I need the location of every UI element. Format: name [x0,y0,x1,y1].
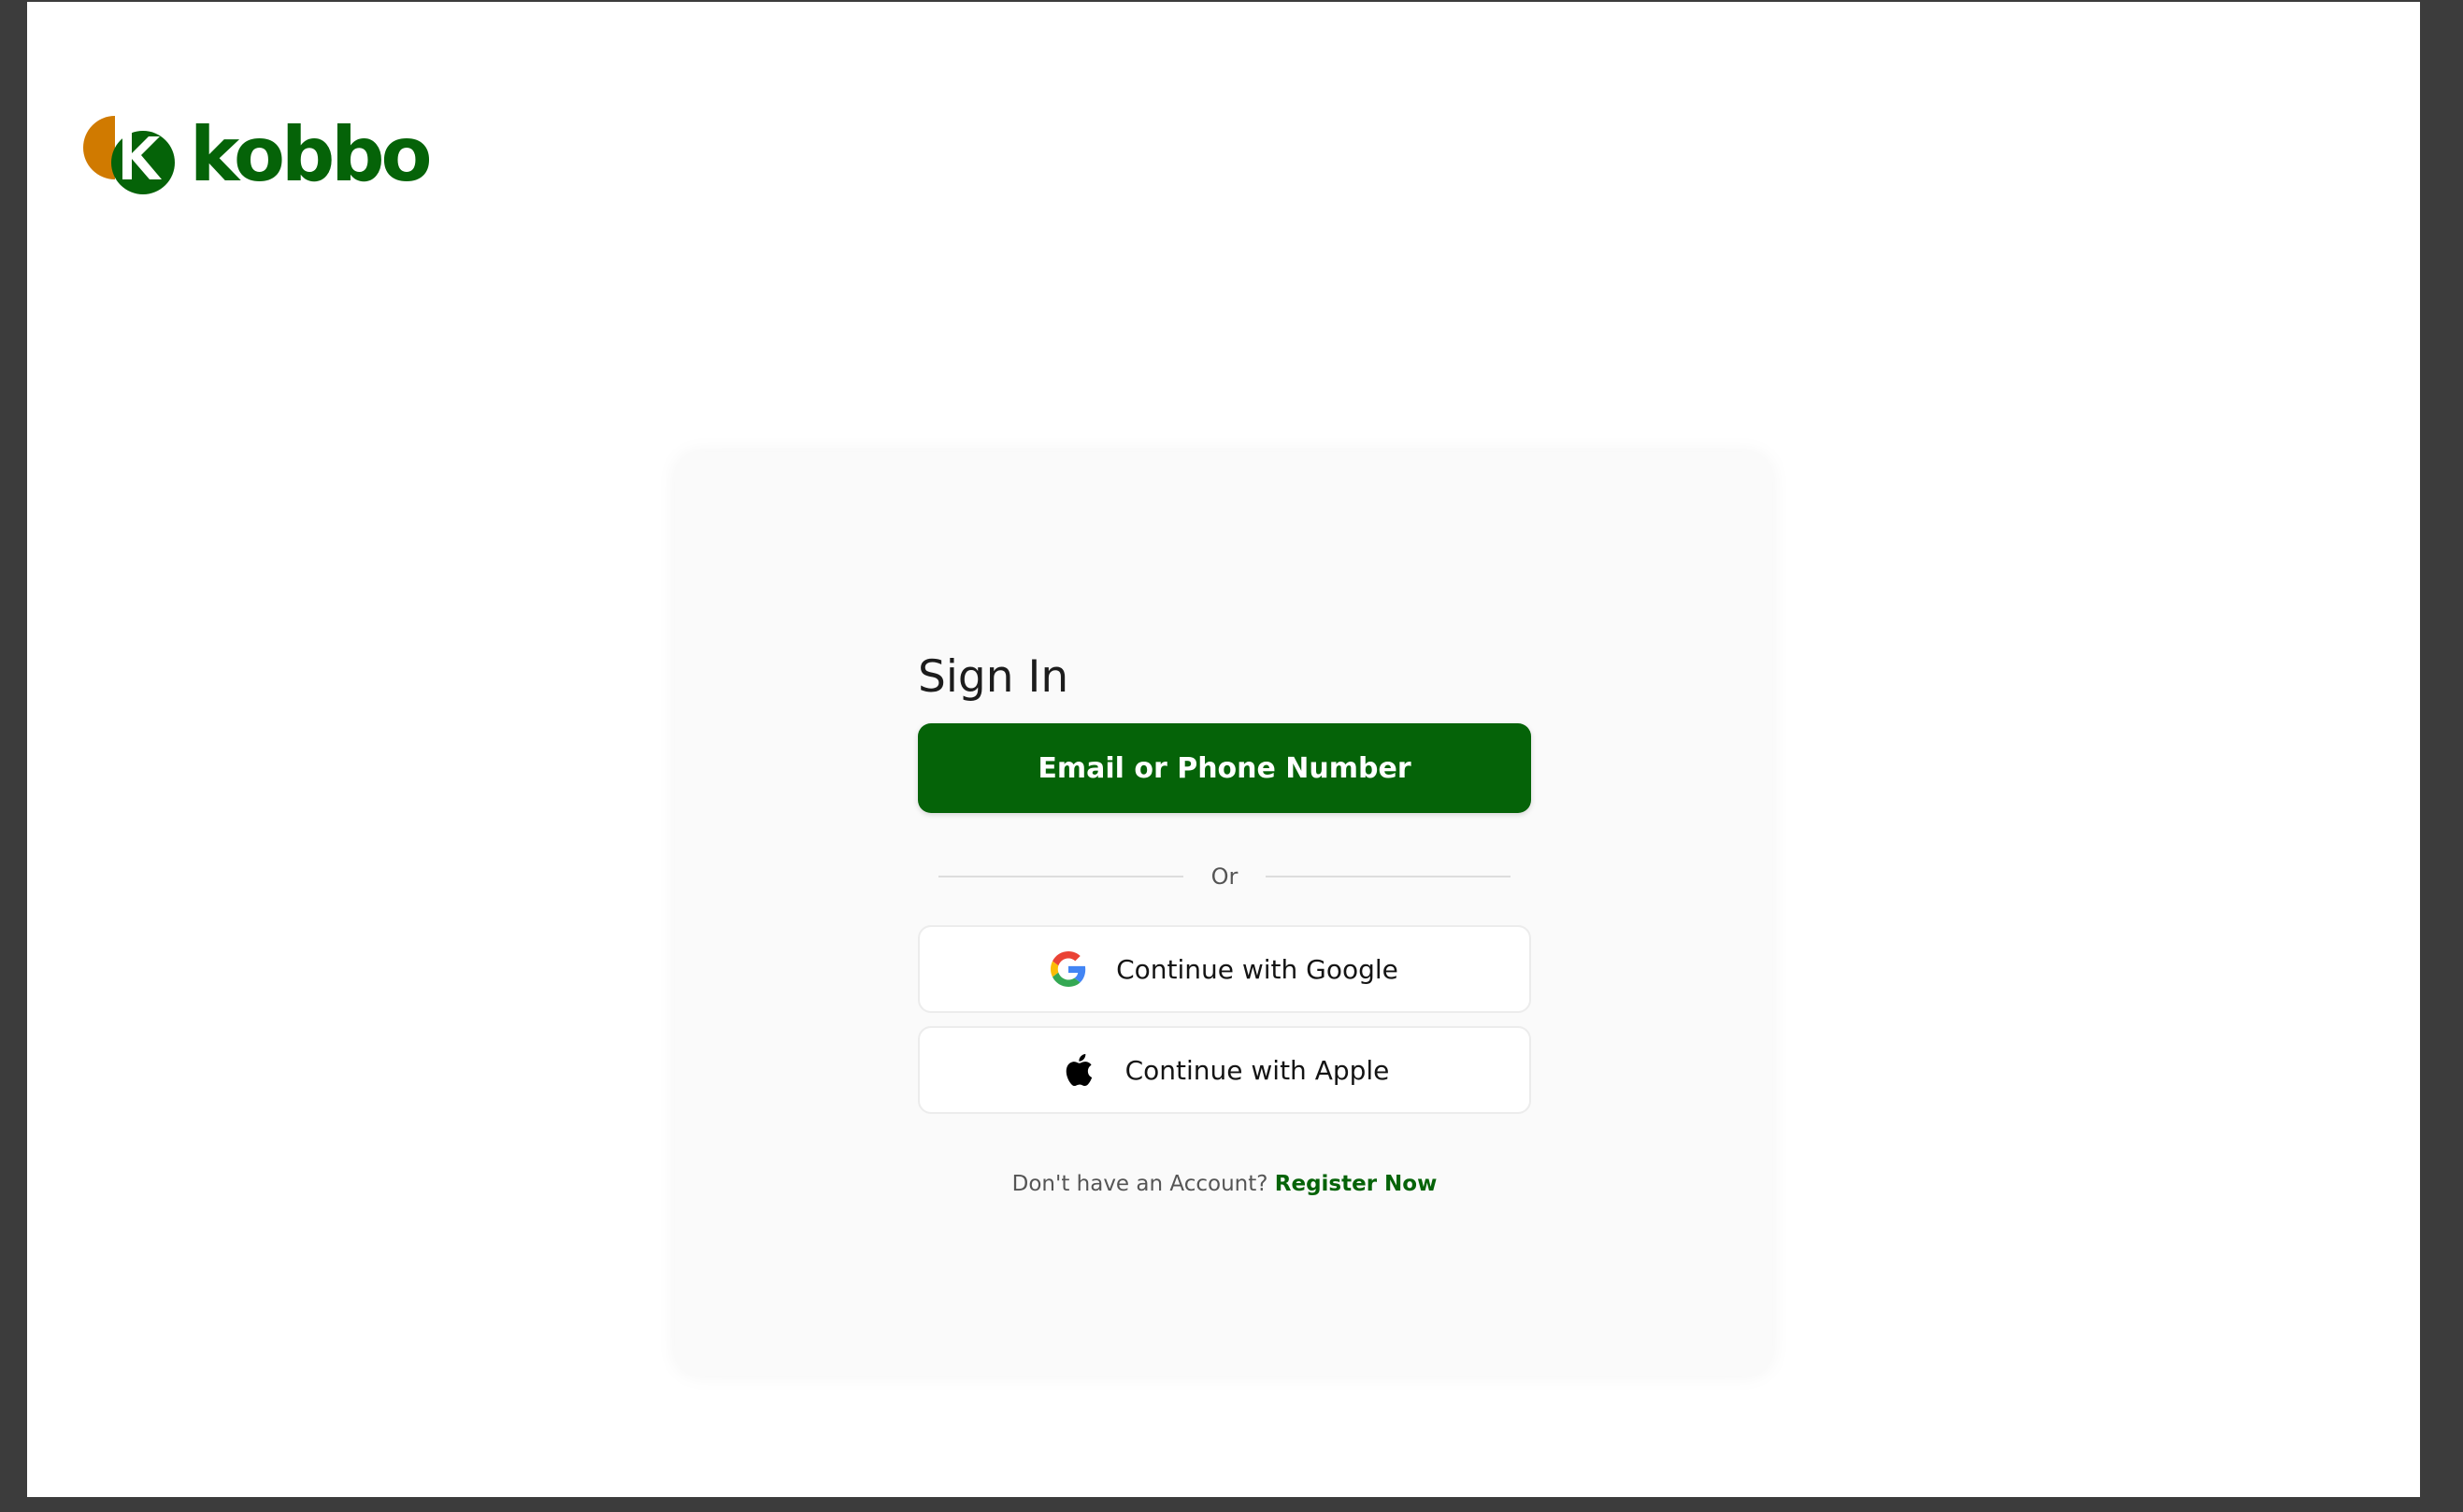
brand-name: kobbo [190,111,433,198]
page: kobbo Sign In Email or Phone Number Or C… [27,2,2420,1497]
signin-form: Sign In Email or Phone Number Or Continu… [918,649,1531,1196]
register-prompt: Don't have an Account? Register Now [918,1172,1531,1196]
email-or-phone-button[interactable]: Email or Phone Number [918,723,1531,813]
brand-logo[interactable]: kobbo [81,111,433,198]
signin-card: Sign In Email or Phone Number Or Continu… [675,452,1772,1376]
apple-button-label: Continue with Apple [1124,1054,1390,1086]
register-now-link[interactable]: Register Now [1275,1172,1438,1196]
or-divider: Or [918,862,1531,892]
register-prompt-text: Don't have an Account? [1011,1172,1268,1196]
divider-line-right [1266,876,1511,877]
kobbo-logo-icon [83,116,175,194]
apple-icon [1066,1053,1092,1087]
continue-with-apple-button[interactable]: Continue with Apple [918,1026,1531,1114]
google-icon [1051,951,1086,987]
continue-with-google-button[interactable]: Continue with Google [918,925,1531,1013]
divider-line-left [938,876,1183,877]
divider-label: Or [1210,863,1239,890]
google-button-label: Continue with Google [1116,953,1398,985]
page-title: Sign In [918,651,1069,703]
